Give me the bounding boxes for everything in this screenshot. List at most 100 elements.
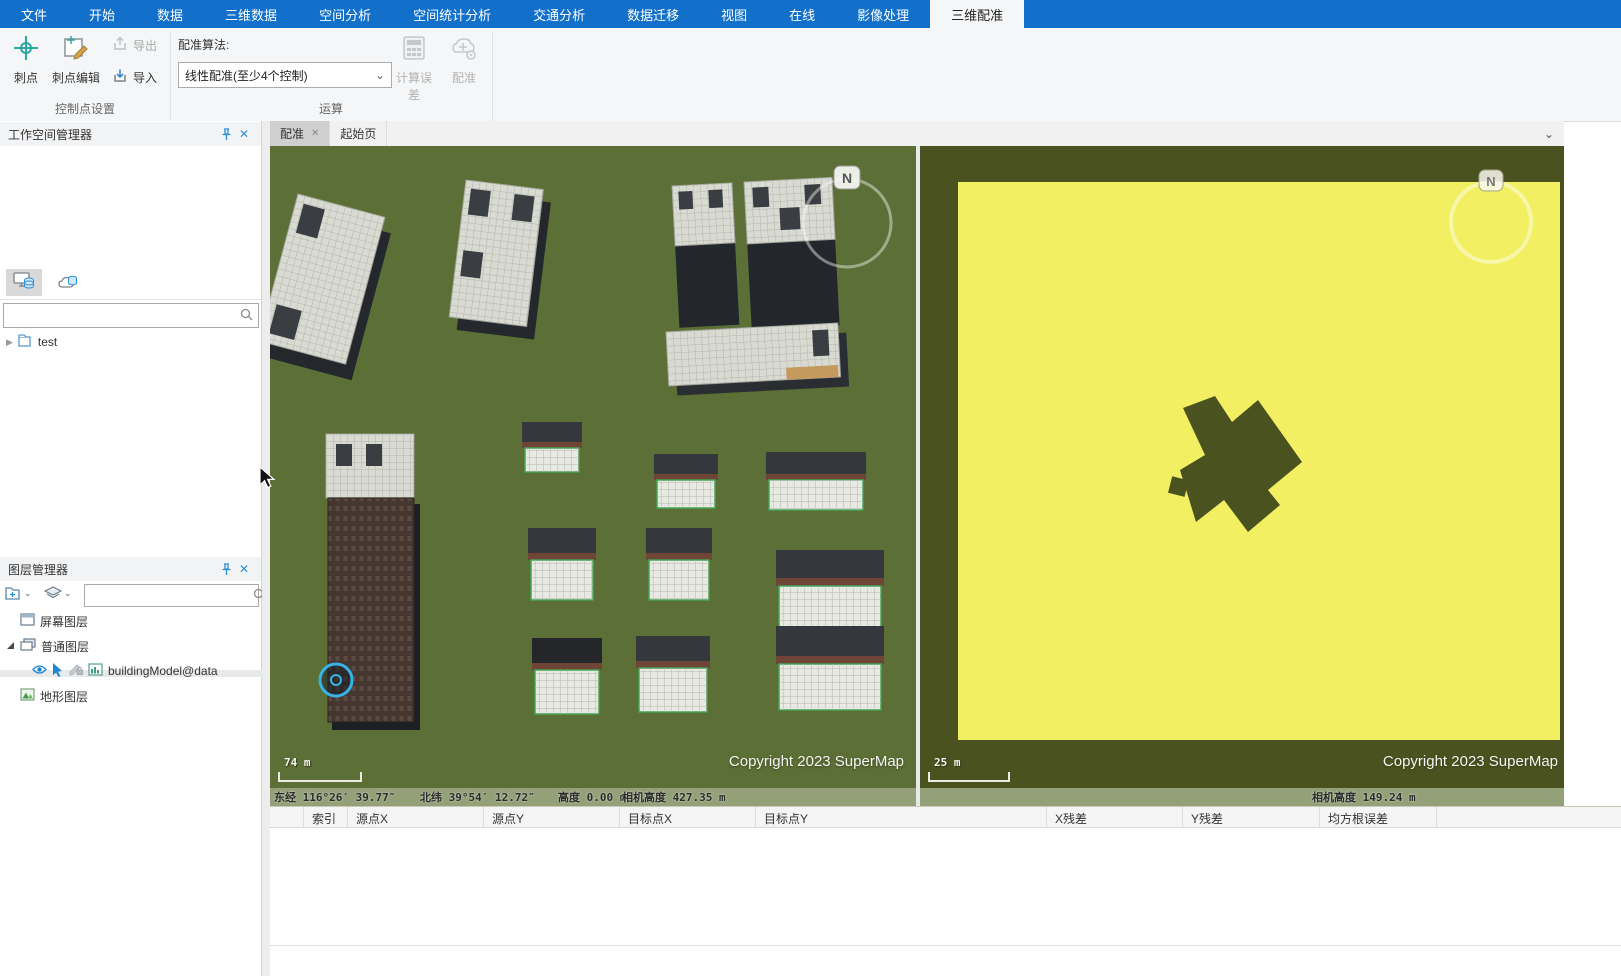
tree-item-terrain-layer[interactable]: 地形图层 xyxy=(20,686,88,706)
compass-north-label: N xyxy=(842,170,852,186)
chevron-down-icon: ⌄ xyxy=(24,588,32,599)
menu-bar: 文件 开始 数据 三维数据 空间分析 空间统计分析 交通分析 数据迁移 视图 在… xyxy=(0,0,1621,28)
tab-registration-label: 配准 xyxy=(280,125,304,142)
normal-layer-icon xyxy=(20,638,36,654)
layer-toolbar: ⌄ ⌄ xyxy=(0,582,261,609)
selectable-cursor-icon[interactable] xyxy=(52,663,64,680)
workspace-node-icon xyxy=(18,334,33,350)
pin-icon[interactable] xyxy=(217,560,235,578)
tab-start-page[interactable]: 起始页 xyxy=(330,121,387,146)
layer-search-input[interactable] xyxy=(85,585,248,606)
chevron-down-icon: ⌄ xyxy=(64,588,72,599)
cloud-workspace-icon xyxy=(57,271,79,294)
export-button[interactable]: 导出 xyxy=(112,36,157,55)
import-label: 导入 xyxy=(133,69,157,86)
prick-point-button[interactable]: 刺点 xyxy=(6,34,46,86)
algorithm-label: 配准算法: xyxy=(178,36,229,53)
row-selector-column-header xyxy=(270,807,304,827)
workspace-tab-strip xyxy=(0,266,261,300)
close-icon[interactable]: ✕ xyxy=(311,128,319,139)
menu-item-file[interactable]: 文件 xyxy=(0,0,68,28)
screen-layer-icon xyxy=(20,613,35,629)
menu-item-image-processing[interactable]: 影像处理 xyxy=(836,0,930,28)
register-label: 配准 xyxy=(452,71,476,85)
column-header-source-y[interactable]: 源点Y xyxy=(484,807,620,827)
column-header-target-y[interactable]: 目标点Y xyxy=(756,807,1047,827)
register-icon xyxy=(444,34,484,65)
source-scene-buildings: N xyxy=(270,146,916,806)
ribbon: 刺点 刺点编辑 导出 xyxy=(0,28,1621,122)
local-workspace-icon xyxy=(13,271,35,294)
navigation-gizmo[interactable] xyxy=(320,664,352,696)
tab-local-workspace[interactable] xyxy=(6,269,42,296)
group-label-control-points: 控制点设置 xyxy=(30,100,140,117)
prick-point-label: 刺点 xyxy=(14,71,38,85)
calculator-icon xyxy=(392,34,436,65)
menu-item-data-migration[interactable]: 数据迁移 xyxy=(606,0,700,28)
menu-item-online[interactable]: 在线 xyxy=(768,0,836,28)
prick-point-edit-button[interactable]: 刺点编辑 xyxy=(48,34,104,86)
control-points-table-body[interactable] xyxy=(270,828,1621,946)
target-scene-content: N xyxy=(920,146,1564,806)
new-layer-group-button[interactable]: ⌄ xyxy=(5,586,32,601)
workspace-panel-title: 工作空间管理器 xyxy=(8,126,92,143)
menu-item-spatial-statistics[interactable]: 空间统计分析 xyxy=(392,0,512,28)
prick-point-crosshair-icon xyxy=(6,34,46,65)
editable-pencil-lock-icon[interactable] xyxy=(69,663,83,679)
column-header-source-x[interactable]: 源点X xyxy=(348,807,484,827)
tree-item-normal-layer[interactable]: 普通图层 xyxy=(6,636,89,656)
menu-item-spatial-analysis[interactable]: 空间分析 xyxy=(298,0,392,28)
control-points-table-header: 索引 源点X 源点Y 目标点X 目标点Y X残差 Y残差 均方根误差 xyxy=(270,807,1621,828)
column-header-target-x[interactable]: 目标点X xyxy=(620,807,756,827)
tree-item-building-model[interactable]: buildingModel@data xyxy=(32,661,218,681)
import-button[interactable]: 导入 xyxy=(112,68,157,87)
tab-online-workspace[interactable] xyxy=(50,269,86,296)
column-header-filler xyxy=(1437,807,1621,827)
column-header-rms-error[interactable]: 均方根误差 xyxy=(1320,807,1437,827)
algorithm-dropdown[interactable]: 线性配准(至少4个控制) ⌄ xyxy=(178,62,392,88)
close-icon[interactable]: ✕ xyxy=(235,125,253,143)
column-header-y-residual[interactable]: Y残差 xyxy=(1183,807,1320,827)
scale-label: 25 m xyxy=(934,756,961,769)
copyright-text: Copyright 2023 SuperMap xyxy=(1383,753,1558,770)
workspace-search-input[interactable] xyxy=(4,304,235,327)
latitude-readout: 北纬 39°54′ 12.72″ xyxy=(420,789,535,805)
tree-expander-expanded-icon[interactable] xyxy=(6,639,15,653)
terrain-layer-label: 地形图层 xyxy=(40,688,88,705)
tree-item-workspace-test[interactable]: ▶ test xyxy=(6,332,57,352)
visibility-eye-icon[interactable] xyxy=(32,664,47,678)
dock-main-splitter[interactable] xyxy=(262,121,270,976)
menu-item-3d-registration[interactable]: 三维配准 xyxy=(930,0,1024,28)
screen-layer-label: 屏幕图层 xyxy=(40,613,88,630)
column-header-x-residual[interactable]: X残差 xyxy=(1047,807,1183,827)
prick-point-edit-label: 刺点编辑 xyxy=(52,71,100,85)
calc-error-button[interactable]: 计算误差 xyxy=(392,34,436,103)
menu-item-3d-data[interactable]: 三维数据 xyxy=(204,0,298,28)
tab-registration[interactable]: 配准 ✕ xyxy=(270,121,330,146)
tab-list-chevron-icon[interactable]: ⌄ xyxy=(1534,121,1564,146)
tree-expander-collapsed-icon[interactable]: ▶ xyxy=(6,337,13,348)
prick-point-edit-icon xyxy=(48,34,104,65)
menu-item-traffic-analysis[interactable]: 交通分析 xyxy=(512,0,606,28)
close-icon[interactable]: ✕ xyxy=(235,560,253,578)
column-header-index[interactable]: 索引 xyxy=(304,807,348,827)
normal-layer-label: 普通图层 xyxy=(41,638,89,655)
tree-item-screen-layer[interactable]: 屏幕图层 xyxy=(20,611,88,631)
right-gutter xyxy=(1564,146,1621,806)
dataset-chart-icon xyxy=(88,663,103,679)
workspace-node-label: test xyxy=(38,335,57,349)
menu-item-view[interactable]: 视图 xyxy=(700,0,768,28)
scene-view-source[interactable]: N 74 m Copyright 2023 SuperMap 东经 116°26… xyxy=(270,146,916,806)
layer-panel-header: 图层管理器 ✕ xyxy=(0,557,261,581)
copyright-text: Copyright 2023 SuperMap xyxy=(729,753,904,770)
source-view-status-bar: 东经 116°26′ 39.77″ 北纬 39°54′ 12.72″ 高度 0.… xyxy=(270,788,916,806)
pin-icon[interactable] xyxy=(217,125,235,143)
register-button[interactable]: 配准 xyxy=(444,34,484,86)
layer-panel-title: 图层管理器 xyxy=(8,561,68,578)
scale-bar xyxy=(928,772,1010,782)
scene-view-target[interactable]: N 25 m Copyright 2023 SuperMap 相机高度 149.… xyxy=(920,146,1564,806)
menu-item-start[interactable]: 开始 xyxy=(68,0,136,28)
group-label-compute: 运算 xyxy=(286,100,376,117)
menu-item-data[interactable]: 数据 xyxy=(136,0,204,28)
layer-style-button[interactable]: ⌄ xyxy=(44,586,72,601)
